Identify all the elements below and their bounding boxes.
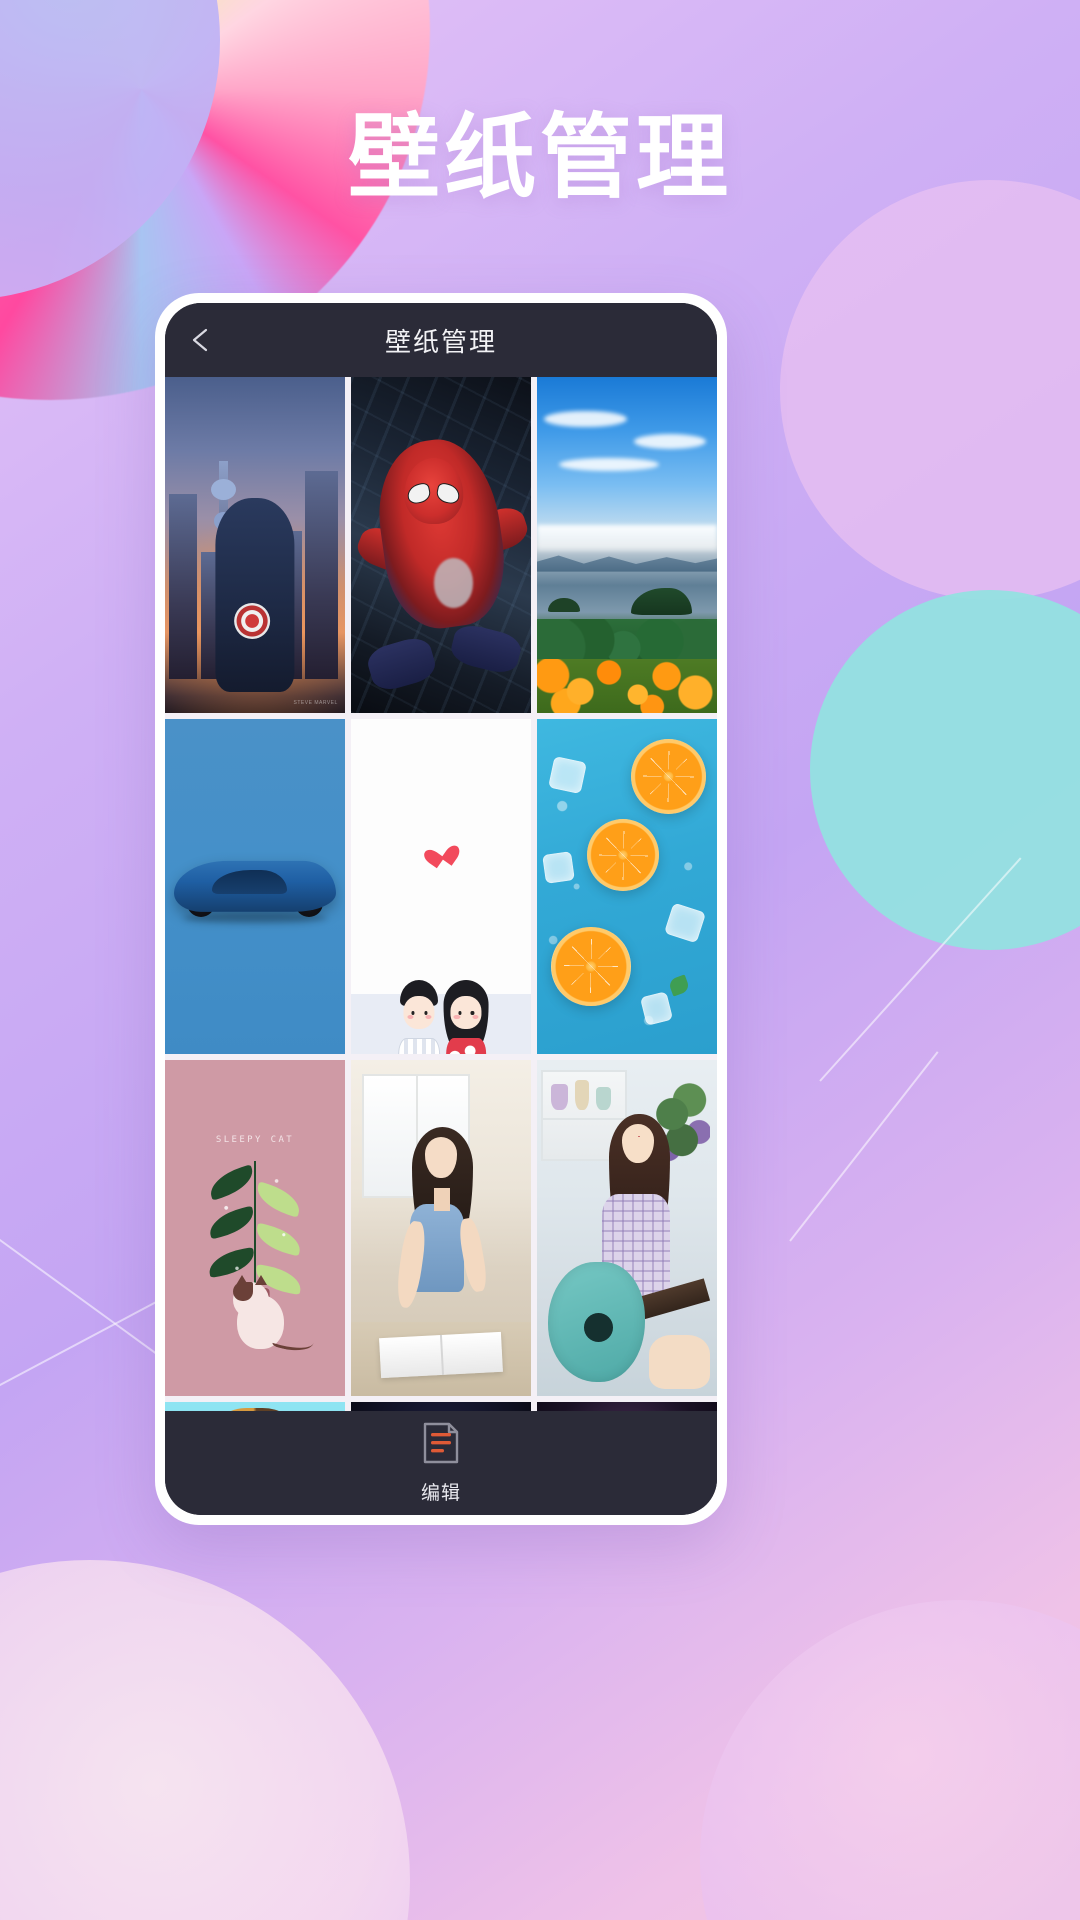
wallpaper-thumb-anime-straw-hat[interactable] xyxy=(165,1401,345,1411)
phone-mockup: 壁纸管理 STEVE MARVEL 编辑 xyxy=(155,293,727,1525)
thumb-art xyxy=(351,1060,531,1396)
wallpaper-thumb-blue-sports-car[interactable] xyxy=(165,718,345,1055)
back-button[interactable] xyxy=(179,317,225,363)
wallpaper-thumb-spiderman-skyscraper[interactable] xyxy=(351,377,531,713)
hero-title: 壁纸管理 xyxy=(347,104,732,211)
wallpaper-thumb-girl-with-guitar[interactable] xyxy=(537,1060,717,1396)
decorative-circle-bottom-left xyxy=(0,1560,410,1920)
wallpaper-thumb-anime-twin-tails[interactable] xyxy=(537,1401,717,1411)
wallpaper-thumb-cartoon-couple-heart[interactable] xyxy=(351,718,531,1055)
bottom-nav: 编辑 xyxy=(165,1411,717,1515)
decorative-line-4 xyxy=(789,1051,939,1242)
wallpaper-thumb-girl-reading-book[interactable] xyxy=(351,1060,531,1396)
thumb-art: SLEEPY CAT xyxy=(165,1060,345,1396)
wallpaper-thumb-orange-slices-ice[interactable] xyxy=(537,718,717,1055)
thumb-caption: STEVE MARVEL xyxy=(293,699,338,706)
wallpaper-thumb-lake-mountain-flowers[interactable] xyxy=(537,377,717,713)
decorative-circle-teal xyxy=(810,590,1080,950)
phone-screen: 壁纸管理 STEVE MARVEL 编辑 xyxy=(165,303,717,1515)
thumb-art xyxy=(351,1401,531,1411)
thumb-art xyxy=(537,718,717,1055)
wallpaper-grid-container[interactable]: STEVE MARVEL xyxy=(165,377,717,1411)
thumb-art xyxy=(537,1060,717,1396)
app-header: 壁纸管理 xyxy=(165,303,717,377)
wallpaper-thumb-anime-blue-cap[interactable] xyxy=(351,1401,531,1411)
thumb-art xyxy=(351,377,531,713)
decorative-circle-lilac xyxy=(780,180,1080,600)
thumb-art xyxy=(537,377,717,713)
nav-item-label: 编辑 xyxy=(420,1481,461,1504)
wallpaper-thumb-sleepy-cat-plant[interactable]: SLEEPY CAT xyxy=(165,1060,345,1396)
nav-item-edit[interactable]: 编辑 xyxy=(399,1418,483,1509)
thumb-art: STEVE MARVEL xyxy=(165,377,345,713)
thumb-art xyxy=(537,1401,717,1411)
arrow-left-icon xyxy=(187,325,217,355)
thumb-art xyxy=(351,718,531,1055)
thumb-art xyxy=(165,1401,345,1411)
wallpaper-thumb-captain-america-city[interactable]: STEVE MARVEL xyxy=(165,377,345,713)
app-title: 壁纸管理 xyxy=(384,327,497,358)
thumb-art xyxy=(165,718,345,1055)
decorative-circle-bottom-right xyxy=(700,1600,1080,1920)
wallpaper-grid: STEVE MARVEL xyxy=(165,377,717,1411)
document-edit-icon xyxy=(422,1422,460,1469)
